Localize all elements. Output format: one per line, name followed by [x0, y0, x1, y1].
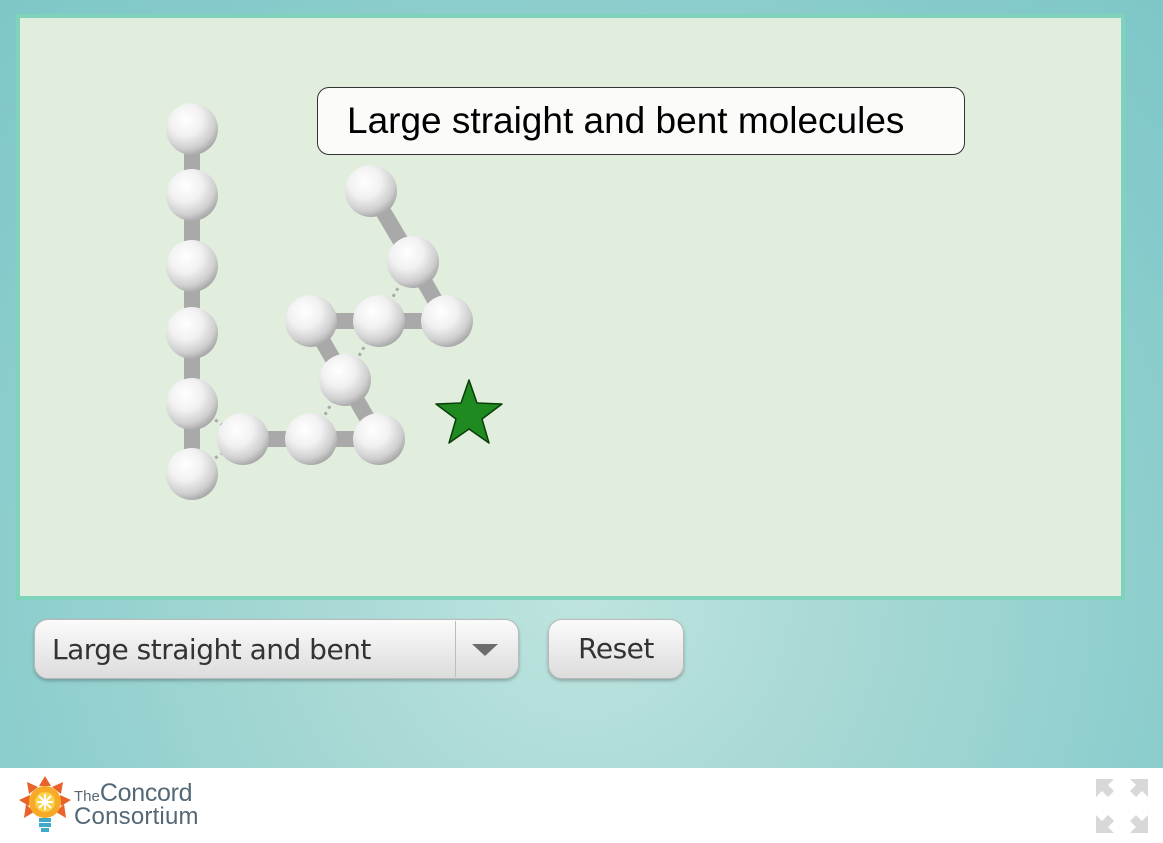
- molecule-select-value: Large straight and bent: [52, 633, 371, 666]
- atom[interactable]: [166, 378, 218, 430]
- chevron-down-icon[interactable]: [472, 644, 498, 656]
- fullscreen-icon[interactable]: [1094, 777, 1150, 835]
- star-icon: [435, 379, 503, 444]
- atom[interactable]: [421, 295, 473, 347]
- simulation-canvas[interactable]: Large straight and bent molecules: [16, 14, 1125, 600]
- atom[interactable]: [345, 165, 397, 217]
- atom[interactable]: [285, 413, 337, 465]
- atom[interactable]: [166, 169, 218, 221]
- logo-text-consortium: Consortium: [74, 803, 199, 830]
- lightbulb-logo-icon: [19, 776, 71, 832]
- atom[interactable]: [319, 354, 371, 406]
- atom[interactable]: [166, 307, 218, 359]
- atom[interactable]: [217, 413, 269, 465]
- logo-text: TheConcord Consortium: [74, 781, 199, 830]
- atom[interactable]: [166, 103, 218, 155]
- atom[interactable]: [353, 295, 405, 347]
- atom[interactable]: [166, 448, 218, 500]
- atom[interactable]: [285, 295, 337, 347]
- atom[interactable]: [353, 413, 405, 465]
- select-divider: [455, 621, 456, 677]
- atom[interactable]: [166, 240, 218, 292]
- atom[interactable]: [387, 236, 439, 288]
- footer: TheConcord Consortium: [0, 768, 1163, 843]
- molecule-select-dropdown[interactable]: Large straight and bent: [34, 619, 519, 679]
- reset-button[interactable]: Reset: [548, 619, 684, 679]
- simulation-title: Large straight and bent molecules: [317, 87, 965, 155]
- simulation-app: Large straight and bent molecules Large …: [0, 0, 1163, 768]
